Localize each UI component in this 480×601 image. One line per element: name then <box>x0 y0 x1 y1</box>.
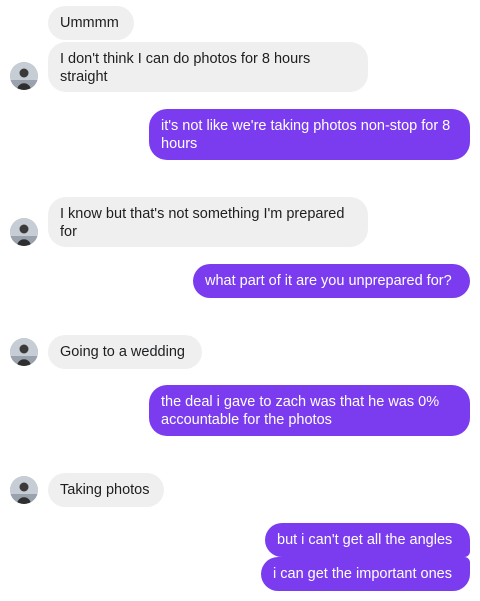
message-text: Going to a wedding <box>60 344 185 360</box>
outgoing-message[interactable]: what part of it are you unprepared for? <box>193 264 470 298</box>
incoming-message[interactable]: I know but that's not something I'm prep… <box>48 197 368 247</box>
message-text: the deal i gave to zach was that he was … <box>161 394 440 428</box>
contact-avatar-icon[interactable] <box>10 62 38 90</box>
message-text: what part of it are you unprepared for? <box>205 273 452 289</box>
message-text: i can get the important ones <box>273 566 452 582</box>
message-text: I don't think I can do photos for 8 hour… <box>60 51 311 85</box>
contact-avatar-icon[interactable] <box>10 338 38 366</box>
message-text: it's not like we're taking photos non-st… <box>161 118 451 152</box>
message-text: I know but that's not something I'm prep… <box>60 206 345 240</box>
incoming-message[interactable]: Taking photos <box>48 473 164 507</box>
message-text: Ummmm <box>60 15 119 31</box>
contact-avatar-icon[interactable] <box>10 218 38 246</box>
outgoing-message[interactable]: i can get the important ones <box>261 557 470 591</box>
contact-avatar-icon[interactable] <box>10 476 38 504</box>
message-text: but i can't get all the angles <box>277 532 453 548</box>
message-text: Taking photos <box>60 482 150 498</box>
incoming-message[interactable]: Ummmm <box>48 6 134 40</box>
incoming-message[interactable]: Going to a wedding <box>48 335 202 369</box>
outgoing-message[interactable]: the deal i gave to zach was that he was … <box>149 385 470 436</box>
outgoing-message[interactable]: but i can't get all the angles <box>265 523 470 557</box>
incoming-message[interactable]: I don't think I can do photos for 8 hour… <box>48 42 368 92</box>
outgoing-message[interactable]: it's not like we're taking photos non-st… <box>149 109 470 160</box>
